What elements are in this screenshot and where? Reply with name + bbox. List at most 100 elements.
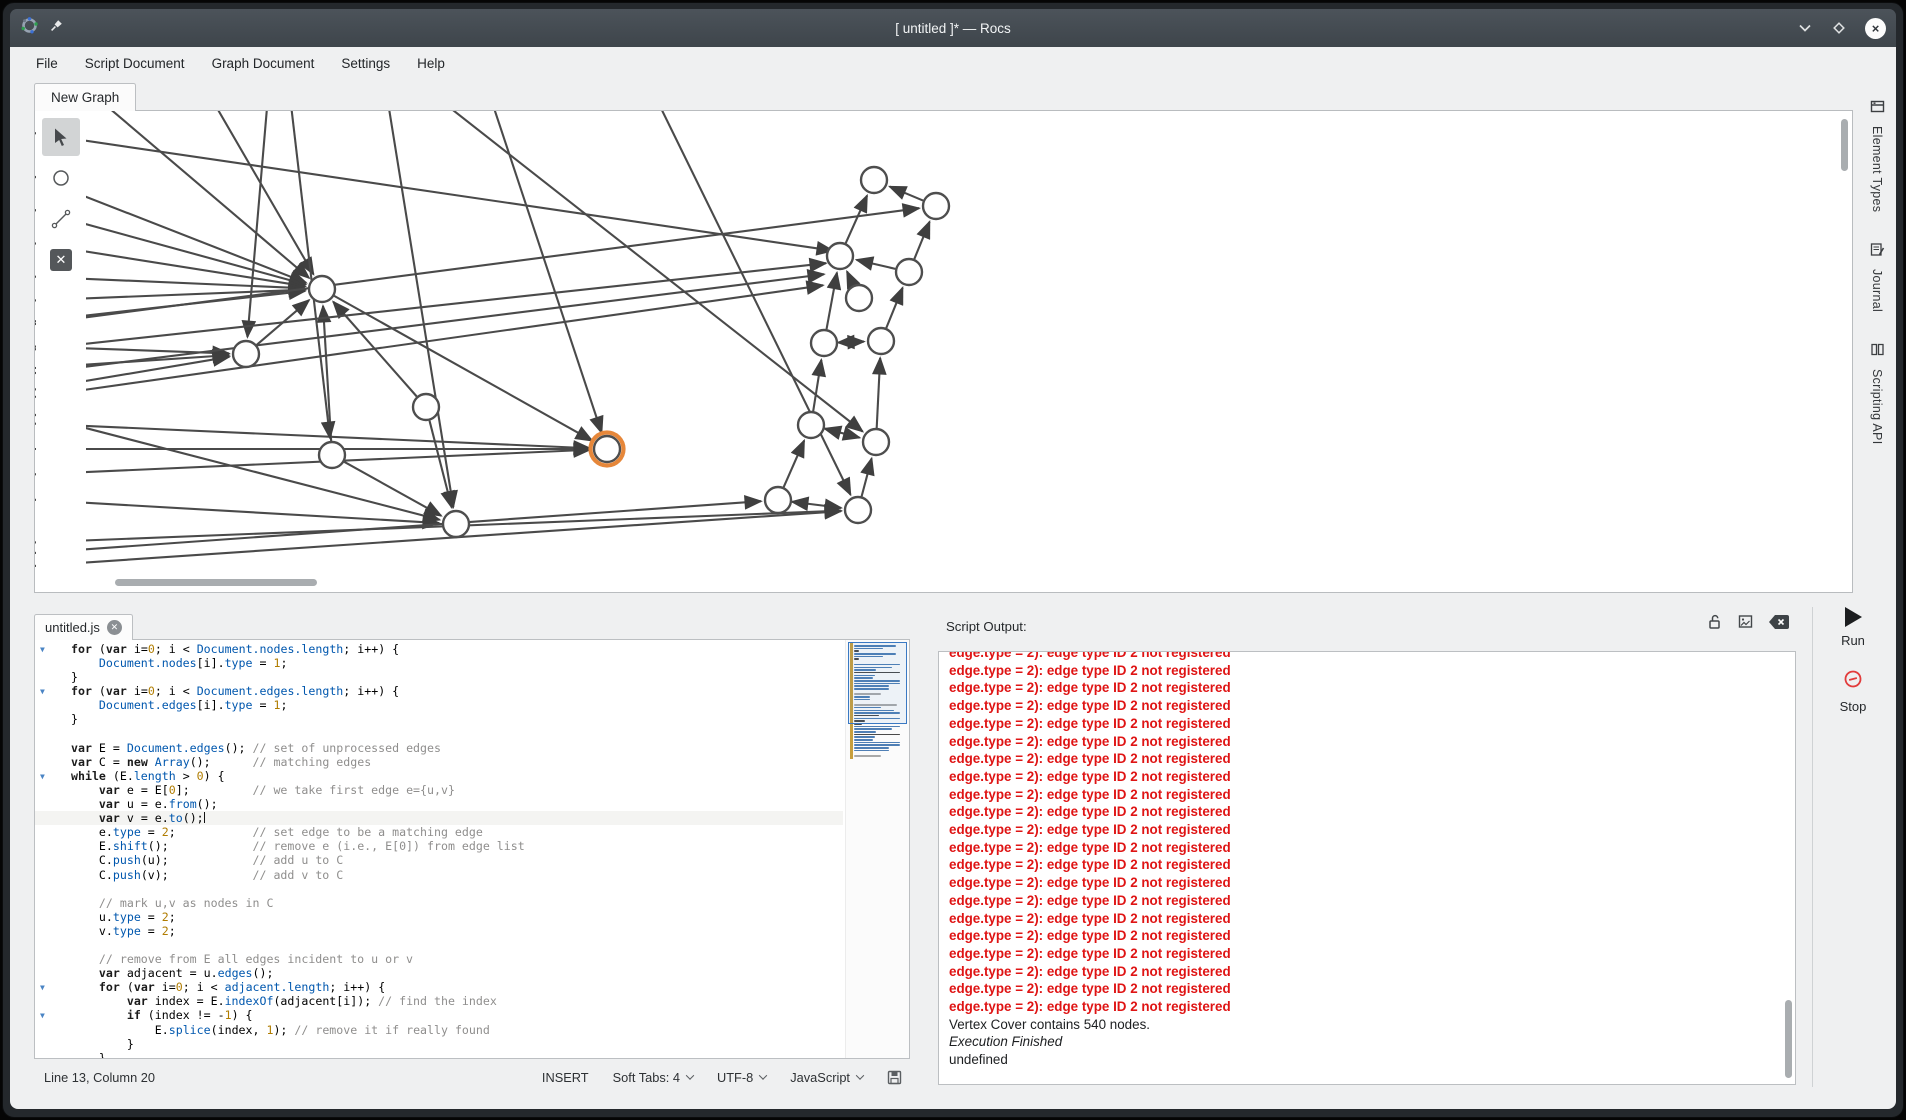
lock-icon[interactable]: [1706, 613, 1723, 630]
run-icon[interactable]: [1845, 607, 1862, 627]
graph-edge[interactable]: [914, 222, 929, 259]
tab-new-graph[interactable]: New Graph: [34, 83, 136, 111]
graph-edge[interactable]: [857, 260, 896, 269]
code-lines[interactable]: ▼for (var i=0; i < Document.nodes.length…: [35, 642, 843, 1059]
code-line[interactable]: Document.nodes[i].type = 1;: [35, 656, 843, 670]
graph-node[interactable]: [811, 330, 837, 356]
code-line[interactable]: ▼while (E.length > 0) {: [35, 769, 843, 783]
graph-node[interactable]: [896, 259, 922, 285]
output-scrollbar[interactable]: [1785, 1000, 1792, 1078]
code-line[interactable]: u.type = 2;: [35, 910, 843, 924]
code-line[interactable]: e.type = 2; // set edge to be a matching…: [35, 825, 843, 839]
graph-edge[interactable]: [862, 458, 872, 496]
graph-edge[interactable]: [847, 271, 853, 285]
graph-edge[interactable]: [890, 187, 923, 201]
save-icon[interactable]: [887, 1070, 902, 1085]
script-output-area[interactable]: edge.type = 2): edge type ID 2 not regis…: [938, 651, 1796, 1085]
add-edge-tool[interactable]: [42, 200, 80, 238]
editor-scrollbar-minimap[interactable]: [845, 640, 909, 1058]
dock-tab-scripting-api[interactable]: Scripting API: [1870, 342, 1885, 444]
dock-tab-journal[interactable]: Journal: [1870, 242, 1885, 312]
maximize-icon[interactable]: [1831, 20, 1847, 36]
graph-edge[interactable]: [435, 111, 863, 432]
code-line[interactable]: var adjacent = u.edges();: [35, 966, 843, 980]
code-line[interactable]: }: [35, 712, 843, 726]
graph-node[interactable]: [861, 167, 887, 193]
graph-edge[interactable]: [290, 111, 330, 438]
titlebar[interactable]: [ untitled ]* — Rocs ×: [10, 9, 1896, 47]
menu-graph-document[interactable]: Graph Document: [212, 56, 315, 71]
dock-tab-element-types[interactable]: Element Types: [1870, 99, 1885, 212]
code-line[interactable]: }: [35, 1037, 843, 1051]
tab-width-dropdown[interactable]: Soft Tabs: 4: [613, 1070, 693, 1085]
graph-edge[interactable]: [35, 285, 823, 399]
input-mode[interactable]: INSERT: [542, 1070, 589, 1085]
graph-edge[interactable]: [655, 111, 851, 495]
graph-node[interactable]: [863, 429, 889, 455]
code-line[interactable]: var index = E.indexOf(adjacent[i]); // f…: [35, 994, 843, 1008]
menu-file[interactable]: File: [36, 56, 58, 71]
graph-edge[interactable]: [825, 429, 860, 438]
graph-node[interactable]: [233, 341, 259, 367]
code-editor[interactable]: ▼for (var i=0; i < Document.nodes.length…: [34, 639, 910, 1059]
code-line[interactable]: E.shift(); // remove e (i.e., E[0]) from…: [35, 839, 843, 853]
clear-output-icon[interactable]: [1768, 614, 1790, 630]
tab-untitled-js[interactable]: untitled.js ✕: [34, 614, 133, 640]
code-line[interactable]: }: [35, 670, 843, 684]
graph-edge[interactable]: [846, 196, 867, 244]
delete-tool[interactable]: ✕: [42, 241, 80, 279]
code-line[interactable]: E.splice(index, 1); // remove it if real…: [35, 1023, 843, 1037]
code-line[interactable]: ▼ if (index != -1) {: [35, 1008, 843, 1022]
code-line[interactable]: var u = e.from();: [35, 797, 843, 811]
graph-edge[interactable]: [877, 358, 880, 428]
code-line[interactable]: var v = e.to();: [35, 811, 843, 825]
graph-node[interactable]: [309, 276, 335, 302]
code-line[interactable]: // remove from E all edges incident to u…: [35, 952, 843, 966]
graph-edge[interactable]: [95, 111, 309, 278]
code-line[interactable]: }: [35, 1051, 843, 1059]
minimize-icon[interactable]: [1797, 20, 1813, 36]
graph-edge[interactable]: [827, 273, 837, 330]
code-line[interactable]: [35, 727, 843, 741]
code-line[interactable]: var e = E[0]; // we take first edge e={u…: [35, 783, 843, 797]
graph-node[interactable]: [594, 436, 620, 462]
code-line[interactable]: ▼for (var i=0; i < Document.nodes.length…: [35, 642, 843, 656]
graph-vertical-scrollbar[interactable]: [1841, 119, 1848, 171]
code-line[interactable]: Document.edges[i].type = 1;: [35, 698, 843, 712]
code-line[interactable]: var C = new Array(); // matching edges: [35, 755, 843, 769]
language-dropdown[interactable]: JavaScript: [790, 1070, 863, 1085]
graph-node[interactable]: [765, 487, 791, 513]
graph-canvas-panel[interactable]: ✕: [34, 110, 1853, 593]
code-line[interactable]: ▼for (var i=0; i < Document.edges.length…: [35, 684, 843, 698]
graph-edge[interactable]: [792, 502, 841, 508]
encoding-dropdown[interactable]: UTF-8: [717, 1070, 766, 1085]
graph-edge[interactable]: [334, 296, 592, 441]
code-line[interactable]: // mark u,v as nodes in C: [35, 896, 843, 910]
graph-whiteboard[interactable]: [35, 111, 1852, 592]
graph-node[interactable]: [845, 497, 871, 523]
graph-edge[interactable]: [838, 342, 864, 343]
code-line[interactable]: C.push(v); // add v to C: [35, 868, 843, 882]
tab-close-icon[interactable]: ✕: [107, 620, 122, 635]
graph-node[interactable]: [798, 412, 824, 438]
code-line[interactable]: [35, 938, 843, 952]
graph-horizontal-scrollbar[interactable]: [115, 579, 317, 586]
graph-edge[interactable]: [35, 499, 439, 523]
select-move-tool[interactable]: [42, 118, 80, 156]
graph-node[interactable]: [413, 394, 439, 420]
stop-icon[interactable]: [1842, 668, 1864, 695]
graph-edge[interactable]: [784, 441, 805, 488]
code-line[interactable]: var E = Document.edges(); // set of unpr…: [35, 741, 843, 755]
pin-icon[interactable]: [49, 18, 64, 38]
code-line[interactable]: [35, 882, 843, 896]
graph-edge[interactable]: [35, 131, 833, 251]
code-line[interactable]: ▼ for (var i=0; i < adjacent.length; i++…: [35, 980, 843, 994]
graph-edge[interactable]: [247, 111, 268, 337]
graph-node[interactable]: [923, 193, 949, 219]
menu-settings[interactable]: Settings: [341, 56, 390, 71]
graph-node[interactable]: [827, 243, 853, 269]
graph-edge[interactable]: [813, 360, 821, 411]
code-line[interactable]: C.push(u); // add u to C: [35, 853, 843, 867]
menu-script-document[interactable]: Script Document: [85, 56, 185, 71]
graph-node[interactable]: [319, 442, 345, 468]
